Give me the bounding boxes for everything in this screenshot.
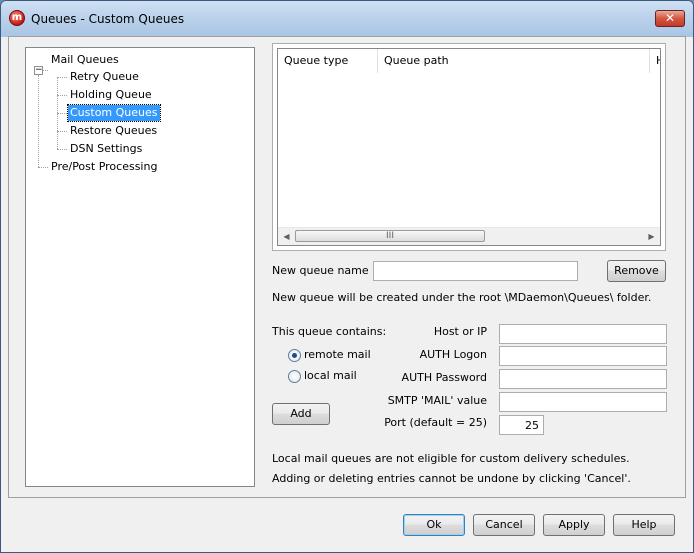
dialog-footer: Ok Cancel Apply Help: [1, 498, 693, 552]
smtp-mail-value-input[interactable]: [499, 392, 667, 412]
local-mail-label[interactable]: local mail: [304, 368, 357, 384]
collapse-toggle-icon[interactable]: −: [34, 66, 43, 75]
tree-connector: [38, 167, 48, 168]
tree-connector: [57, 77, 67, 78]
remote-mail-radio[interactable]: [288, 349, 301, 362]
tree-item-dsn-settings[interactable]: DSN Settings: [68, 141, 144, 157]
help-button[interactable]: Help: [613, 514, 675, 536]
queue-list[interactable]: Queue type Queue path H ◀ III ▶: [277, 48, 661, 246]
horizontal-scrollbar[interactable]: ◀ III ▶: [278, 227, 660, 245]
port-label: Port (default = 25): [384, 416, 487, 429]
scroll-thumb[interactable]: III: [295, 230, 485, 242]
content-panel: − Mail Queues Retry Queue Holding Queue …: [9, 37, 685, 497]
tree-connector: [57, 95, 67, 96]
tree-item-pre-post-processing[interactable]: Pre/Post Processing: [49, 159, 159, 175]
dialog-window: m Queues - Custom Queues ✕ − Mail Queues…: [0, 0, 694, 553]
tree-item-holding-queue[interactable]: Holding Queue: [68, 87, 154, 103]
host-or-ip-input[interactable]: [499, 324, 667, 344]
auth-password-label: AUTH Password: [401, 371, 487, 384]
client-area: − Mail Queues Retry Queue Holding Queue …: [8, 36, 686, 498]
host-or-ip-label: Host or IP: [433, 325, 487, 338]
tree-connector: [43, 70, 48, 71]
tree-connector: [57, 149, 67, 150]
scroll-grip: III: [386, 231, 394, 241]
scroll-left-icon[interactable]: ◀: [278, 228, 295, 245]
local-mail-radio[interactable]: [288, 370, 301, 383]
tree-connector: [57, 131, 67, 132]
close-icon: ✕: [664, 11, 676, 25]
apply-button[interactable]: Apply: [543, 514, 605, 536]
port-input[interactable]: [499, 415, 544, 435]
auth-logon-label: AUTH Logon: [419, 348, 487, 361]
tree-item-retry-queue[interactable]: Retry Queue: [68, 69, 141, 85]
auth-password-input[interactable]: [499, 369, 667, 389]
close-button[interactable]: ✕: [655, 10, 685, 27]
queue-contains-label: This queue contains:: [272, 325, 387, 338]
add-button[interactable]: Add: [272, 403, 330, 425]
new-queue-name-label: New queue name: [272, 264, 369, 277]
new-queue-note: New queue will be created under the root…: [272, 291, 652, 304]
column-header-queue-path[interactable]: Queue path: [378, 49, 650, 73]
tree-item-restore-queues[interactable]: Restore Queues: [68, 123, 159, 139]
cancel-button[interactable]: Cancel: [473, 514, 535, 536]
local-queue-note: Local mail queues are not eligible for c…: [272, 452, 630, 465]
column-header-queue-type[interactable]: Queue type: [278, 49, 378, 73]
tree-item-mail-queues[interactable]: Mail Queues: [49, 52, 121, 68]
remote-mail-label[interactable]: remote mail: [304, 347, 371, 363]
auth-logon-input[interactable]: [499, 346, 667, 366]
navigation-tree[interactable]: − Mail Queues Retry Queue Holding Queue …: [25, 47, 255, 487]
ok-button[interactable]: Ok: [403, 514, 465, 536]
tree-item-custom-queues[interactable]: Custom Queues: [67, 104, 161, 122]
smtp-mail-value-label: SMTP 'MAIL' value: [387, 394, 487, 407]
mdaemon-app-icon: m: [9, 10, 25, 26]
queue-list-group: Queue type Queue path H ◀ III ▶: [272, 43, 666, 251]
column-header-host[interactable]: H: [650, 49, 660, 73]
remove-button[interactable]: Remove: [607, 260, 666, 282]
scroll-right-icon[interactable]: ▶: [643, 228, 660, 245]
tree-connector: [57, 113, 67, 114]
new-queue-name-input[interactable]: [373, 261, 578, 281]
tree-connector: [38, 75, 39, 167]
title-bar[interactable]: m Queues - Custom Queues ✕: [1, 1, 693, 37]
undo-note: Adding or deleting entries cannot be und…: [272, 472, 631, 485]
window-title: Queues - Custom Queues: [31, 12, 185, 26]
